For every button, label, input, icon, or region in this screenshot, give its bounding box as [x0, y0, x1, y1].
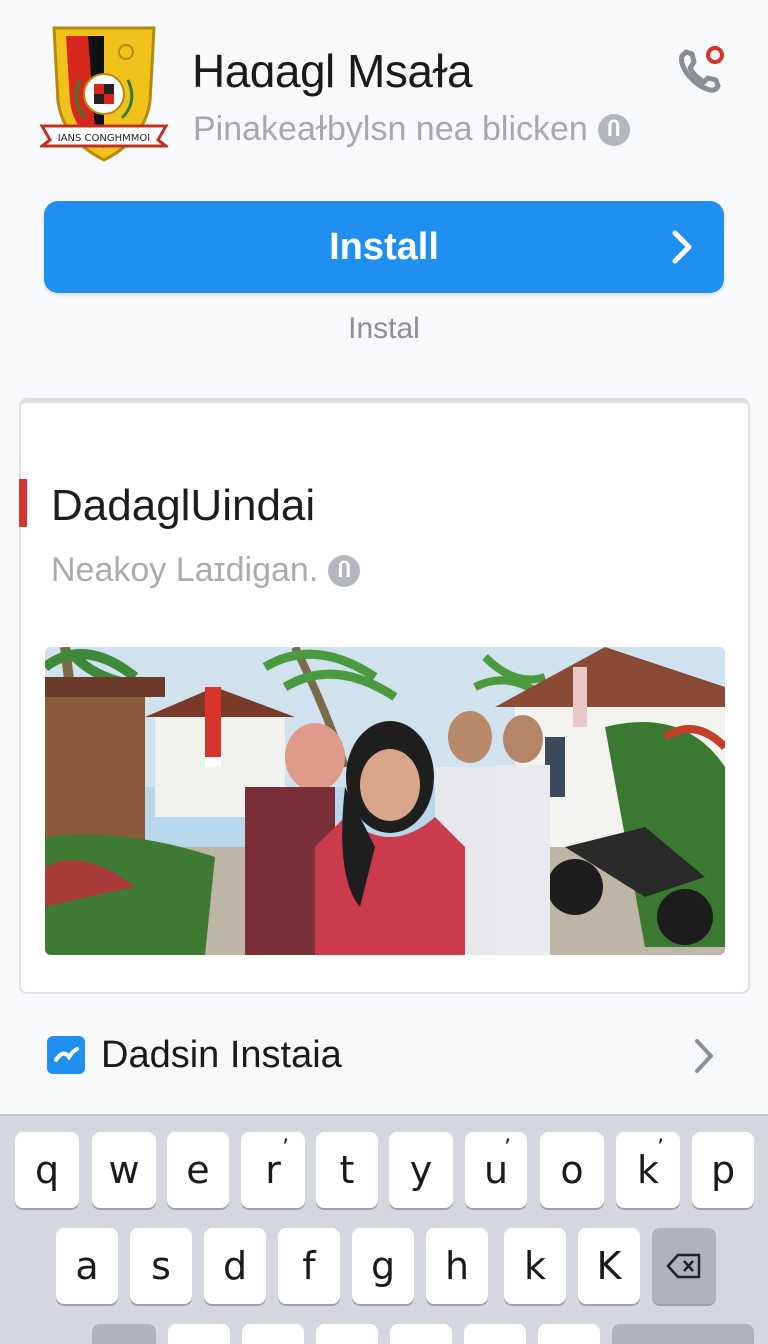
key-label: f [302, 1244, 316, 1288]
install-button[interactable]: Install [44, 201, 724, 293]
key-w[interactable]: w [92, 1132, 156, 1208]
card-subtitle-text: Neakoy Laɪdigan. [51, 551, 319, 589]
install-button-label: Install [329, 225, 439, 268]
key-g[interactable]: g [352, 1228, 414, 1304]
key-label: k [636, 1148, 659, 1192]
key-e[interactable]: e [167, 1132, 229, 1208]
key-t[interactable]: t [316, 1132, 378, 1208]
key-k-lower[interactable]: k [504, 1228, 566, 1304]
key-label: d [222, 1244, 248, 1288]
key-o[interactable]: o [540, 1132, 604, 1208]
card-title: DadaglUindai [51, 481, 316, 530]
key-a[interactable]: a [56, 1228, 118, 1304]
key-label: q [34, 1148, 60, 1192]
key-row3-5[interactable] [464, 1324, 526, 1344]
key-label: p [710, 1148, 736, 1192]
on-screen-keyboard: q w e r’ t y u’ o k’ p a s d f g h k K [0, 1114, 768, 1344]
install-caption: Instal [348, 312, 420, 345]
backspace-icon [666, 1253, 701, 1279]
key-label: t [339, 1148, 355, 1192]
key-label: k [523, 1244, 546, 1288]
key-label: o [560, 1148, 584, 1192]
key-d[interactable]: d [204, 1228, 266, 1304]
shift-key[interactable] [92, 1324, 156, 1344]
key-accent-mark: ’ [504, 1136, 511, 1161]
info-icon[interactable]: Ⴖ [328, 554, 361, 587]
key-label: h [444, 1244, 470, 1288]
key-label: g [370, 1244, 396, 1288]
key-row3-2[interactable] [242, 1324, 304, 1344]
key-f[interactable]: f [278, 1228, 340, 1304]
key-label: y [409, 1148, 433, 1192]
key-accent-mark: ’ [657, 1136, 664, 1161]
key-label: e [186, 1148, 210, 1192]
key-label: r [265, 1148, 281, 1192]
key-row3-4[interactable] [390, 1324, 452, 1344]
list-item-dadsin-instaia[interactable]: Dadsin Instaia [0, 1010, 768, 1100]
active-indicator-bar [19, 479, 27, 527]
key-y[interactable]: y [389, 1132, 453, 1208]
app-header: ΙΑΝS ϹΟΝGΗΜΜΟΙ Ηaɑagl Msaɫa Pinakeaɫbyls… [0, 0, 768, 190]
key-label: w [108, 1148, 140, 1192]
group-photo [45, 647, 725, 955]
key-r[interactable]: r’ [241, 1132, 305, 1208]
key-h[interactable]: h [426, 1228, 488, 1304]
content-card[interactable]: DadaglUindai Neakoy Laɪdigan. Ⴖ [19, 398, 750, 994]
app-logo-emblem: ΙΑΝS ϹΟΝGΗΜΜΟΙ [40, 26, 168, 162]
card-subtitle: Neakoy Laɪdigan. Ⴖ [51, 551, 361, 590]
key-row3-3[interactable] [316, 1324, 378, 1344]
key-k[interactable]: k’ [616, 1132, 680, 1208]
phone-call-icon[interactable] [672, 42, 728, 98]
backspace-key[interactable] [652, 1228, 716, 1304]
key-row3-1[interactable] [168, 1324, 230, 1344]
swoosh-icon [47, 1036, 85, 1074]
key-label: s [151, 1244, 171, 1288]
app-subtitle: Pinakeaɫbylsn nea blicken Ⴖ [193, 110, 630, 149]
list-item-label: Dadsin Instaia [101, 1034, 342, 1076]
key-row3-6[interactable] [538, 1324, 600, 1344]
key-k-upper[interactable]: K [578, 1228, 640, 1304]
key-label: K [596, 1244, 622, 1288]
return-key[interactable] [612, 1324, 754, 1344]
chevron-right-icon [672, 230, 692, 264]
info-icon[interactable]: Ⴖ [597, 113, 630, 146]
key-q[interactable]: q [15, 1132, 79, 1208]
key-p[interactable]: p [692, 1132, 754, 1208]
key-s[interactable]: s [130, 1228, 192, 1304]
svg-text:ΙΑΝS ϹΟΝGΗΜΜΟΙ: ΙΑΝS ϹΟΝGΗΜΜΟΙ [58, 133, 150, 144]
chevron-right-icon [695, 1039, 713, 1073]
key-label: a [75, 1244, 99, 1288]
key-accent-mark: ’ [282, 1136, 289, 1161]
app-subtitle-text: Pinakeaɫbylsn nea blicken [193, 110, 588, 148]
key-u[interactable]: u’ [465, 1132, 527, 1208]
app-title: Ηaɑagl Msaɫa [192, 45, 473, 97]
